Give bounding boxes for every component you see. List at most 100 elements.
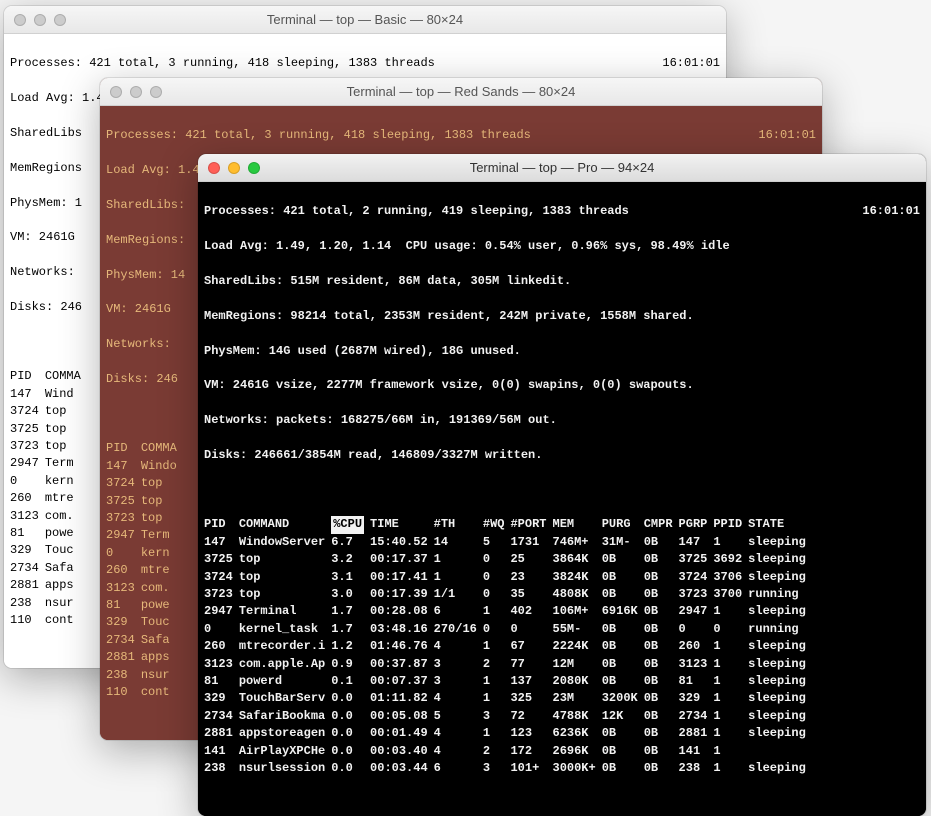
table-row: 260mtre (106, 562, 183, 579)
table-cell: 270/16 (434, 621, 483, 638)
table-cell: 2080K (553, 673, 602, 690)
table-cell: 0B (602, 673, 644, 690)
table-row: 329Touc (106, 614, 183, 631)
table-cell: 260 (204, 638, 239, 655)
table-cell: Term (141, 527, 183, 544)
table-cell: 00:37.87 (370, 656, 434, 673)
table-cell: 1 (713, 534, 748, 551)
table-cell (748, 743, 812, 760)
table-cell: 2 (483, 743, 511, 760)
table-cell: 00:03.40 (370, 743, 434, 760)
table-cell: 2734 (106, 632, 141, 649)
table-cell: 0 (10, 473, 45, 490)
maximize-icon[interactable] (150, 86, 162, 98)
terminal-window-pro[interactable]: Terminal — top — Pro — 94×24 Processes: … (198, 154, 926, 816)
table-cell: 110 (106, 684, 141, 701)
table-cell: kern (141, 545, 183, 562)
table-cell: 1 (483, 725, 511, 742)
table-row: 238nsur (10, 595, 87, 612)
table-cell: 2947 (204, 603, 239, 620)
column-header: #WQ (483, 516, 511, 533)
table-cell: 3725 (204, 551, 239, 568)
table-cell: 6.7 (331, 534, 370, 551)
titlebar[interactable]: Terminal — top — Basic — 80×24 (4, 6, 726, 34)
table-cell: 5 (434, 708, 483, 725)
table-row: 81powe (10, 525, 87, 542)
table-row: 3725top (106, 493, 183, 510)
close-icon[interactable] (208, 162, 220, 174)
close-icon[interactable] (14, 14, 26, 26)
column-header: STATE (748, 516, 812, 533)
table-cell: 3200K (602, 690, 644, 707)
table-cell: 3706 (713, 569, 748, 586)
maximize-icon[interactable] (54, 14, 66, 26)
table-cell: com. (45, 508, 87, 525)
table-cell: 329 (106, 614, 141, 631)
memregions-line: MemRegions: 98214 total, 2353M resident,… (204, 308, 920, 325)
table-cell: sleeping (748, 690, 812, 707)
table-cell: 3824K (553, 569, 602, 586)
terminal-content[interactable]: Processes: 421 total, 2 running, 419 sle… (198, 182, 926, 816)
table-cell: 329 (204, 690, 239, 707)
table-cell: 0B (602, 569, 644, 586)
maximize-icon[interactable] (248, 162, 260, 174)
table-cell: 1731 (510, 534, 552, 551)
table-cell: 137 (510, 673, 552, 690)
minimize-icon[interactable] (228, 162, 240, 174)
table-cell: 1 (483, 673, 511, 690)
minimize-icon[interactable] (130, 86, 142, 98)
table-cell: sleeping (748, 569, 812, 586)
table-cell: sleeping (748, 760, 812, 777)
table-row: 3123com. (10, 508, 87, 525)
table-cell: 12K (602, 708, 644, 725)
table-cell: top (45, 403, 87, 420)
table-cell: 147 (10, 386, 45, 403)
table-cell: 3.1 (331, 569, 370, 586)
table-cell: 0.0 (331, 708, 370, 725)
table-row: 3723top (10, 438, 87, 455)
close-icon[interactable] (110, 86, 122, 98)
table-row: 0kern (106, 545, 183, 562)
table-row: 110cont (10, 612, 87, 629)
table-cell: 141 (679, 743, 714, 760)
table-cell: 1 (713, 725, 748, 742)
table-cell: 260 (106, 562, 141, 579)
table-cell: 0B (644, 638, 679, 655)
table-cell: 0 (106, 545, 141, 562)
processes-line: Processes: 421 total, 2 running, 419 sle… (204, 203, 629, 220)
table-cell: 0 (483, 586, 511, 603)
table-cell: nsur (141, 667, 183, 684)
titlebar[interactable]: Terminal — top — Red Sands — 80×24 (100, 78, 822, 106)
table-cell: 0.0 (331, 760, 370, 777)
titlebar[interactable]: Terminal — top — Pro — 94×24 (198, 154, 926, 182)
table-cell: 2947 (679, 603, 714, 620)
table-row: 2881apps (106, 649, 183, 666)
table-row: 260mtre (10, 490, 87, 507)
table-cell: sleeping (748, 534, 812, 551)
table-cell: 0B (602, 621, 644, 638)
table-row: 81powe (106, 597, 183, 614)
table-cell: kernel_task (239, 621, 331, 638)
time-display: 16:01:01 (662, 55, 720, 72)
table-cell: 0B (602, 760, 644, 777)
column-header: TIME (370, 516, 434, 533)
traffic-lights (110, 86, 162, 98)
column-header: PGRP (679, 516, 714, 533)
table-row: 238nsurlsession0.000:03.4463101+3000K+0B… (204, 760, 812, 777)
table-cell: 4788K (553, 708, 602, 725)
table-cell: 1 (483, 690, 511, 707)
table-row: 2734SafariBookma0.000:05.0853724788K12K0… (204, 708, 812, 725)
table-cell: 1 (713, 743, 748, 760)
column-header: COMMAND (239, 516, 331, 533)
table-cell: 3724 (204, 569, 239, 586)
table-row: 2947Term (10, 455, 87, 472)
table-cell: 81 (10, 525, 45, 542)
minimize-icon[interactable] (34, 14, 46, 26)
column-header: PURG (602, 516, 644, 533)
table-cell: 147 (204, 534, 239, 551)
table-cell: 0.0 (331, 725, 370, 742)
table-row: 3123com.apple.Ap0.900:37.87327712M0B0B31… (204, 656, 812, 673)
table-cell: 746M+ (553, 534, 602, 551)
table-cell: TouchBarServ (239, 690, 331, 707)
table-cell: 402 (510, 603, 552, 620)
